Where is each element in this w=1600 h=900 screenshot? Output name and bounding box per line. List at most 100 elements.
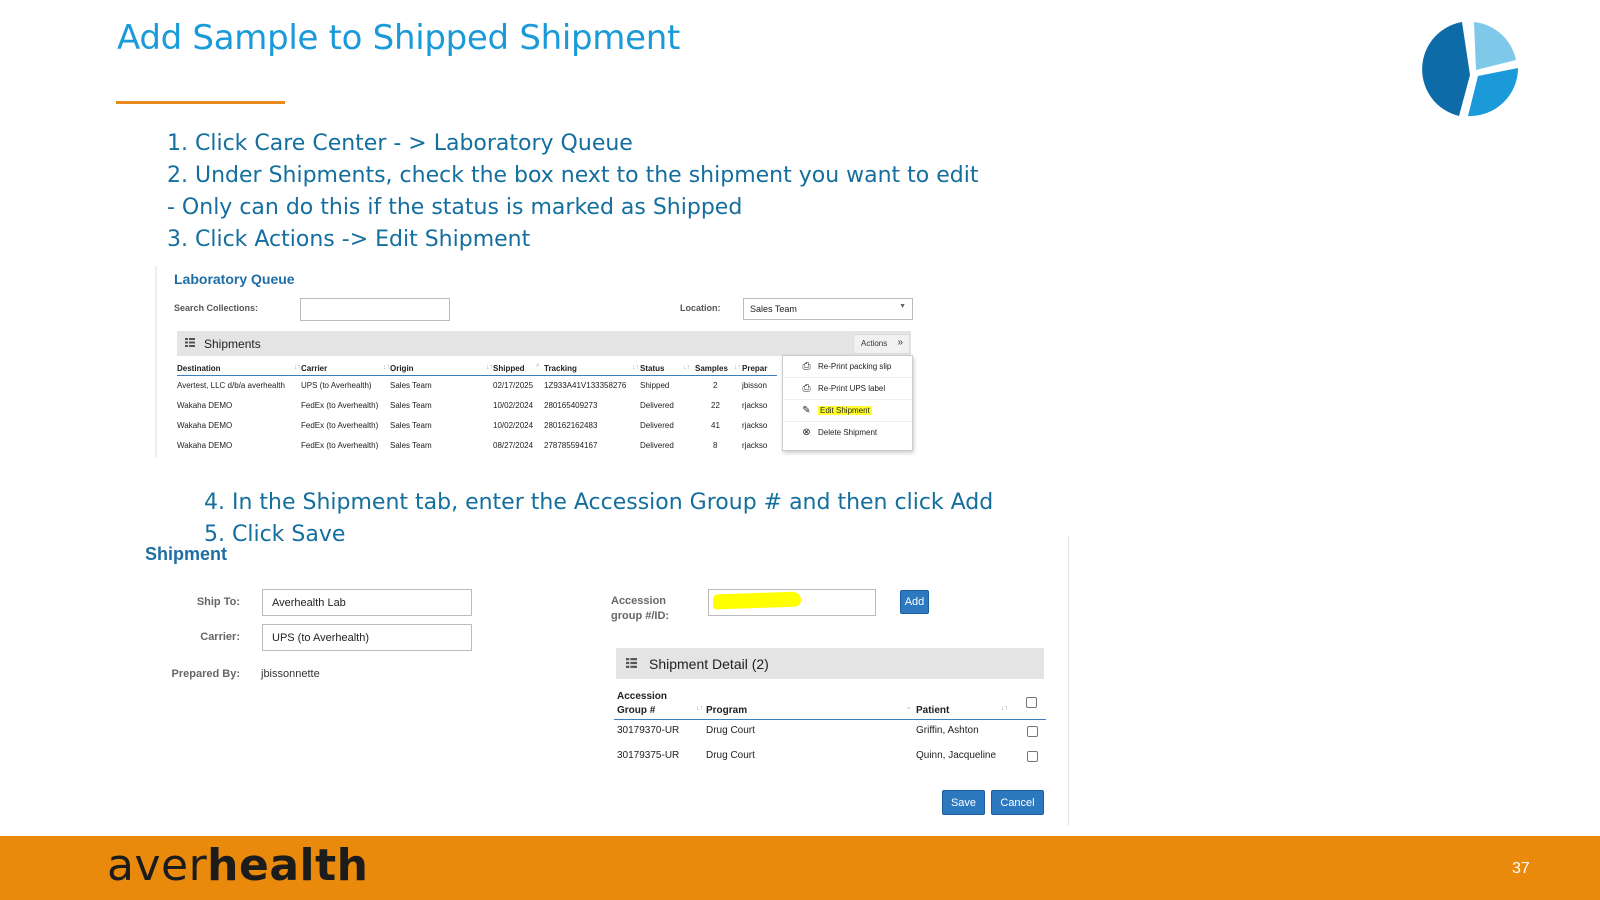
shipment-form-panel: Shipment Ship To: Averhealth Lab Carrier… bbox=[142, 536, 1070, 836]
sort-down-icon: ⌄ bbox=[906, 704, 912, 711]
ship-to-label: Ship To: bbox=[196, 596, 240, 608]
cell-prepared: rjackso bbox=[742, 401, 768, 410]
double-chevron-down-icon: » bbox=[897, 337, 903, 348]
menu-item-reprint-packing-slip[interactable]: ⎙ Re-Print packing slip bbox=[783, 356, 912, 378]
search-collections-label: Search Collections: bbox=[174, 303, 259, 313]
step-2: 2. Under Shipments, check the box next t… bbox=[167, 163, 979, 188]
table-row[interactable]: Wakaha DEMO FedEx (to Averhealth) Sales … bbox=[177, 441, 777, 455]
sort-icon: ↓↑ bbox=[383, 364, 390, 371]
menu-item-label: Re-Print UPS label bbox=[818, 384, 886, 393]
col-status[interactable]: Status bbox=[640, 364, 664, 373]
cell-shipped: 10/02/2024 bbox=[493, 401, 534, 410]
menu-item-edit-shipment[interactable]: ✎ Edit Shipment bbox=[783, 400, 912, 422]
table-row[interactable]: Avertest, LLC d/b/a averhealth UPS (to A… bbox=[177, 381, 777, 395]
add-button[interactable]: Add bbox=[900, 590, 929, 614]
col-origin[interactable]: Origin bbox=[390, 364, 414, 373]
col-destination[interactable]: Destination bbox=[177, 364, 221, 373]
col-tracking[interactable]: Tracking bbox=[544, 364, 577, 373]
cell-carrier: FedEx (to Averhealth) bbox=[301, 401, 379, 410]
col-shipped[interactable]: Shipped bbox=[493, 364, 525, 373]
cell-tracking: 280162162483 bbox=[544, 421, 598, 430]
col-accession-line1[interactable]: Accession bbox=[617, 691, 667, 702]
cell-destination: Wakaha DEMO bbox=[177, 421, 233, 430]
step-1: 1. Click Care Center - > Laboratory Queu… bbox=[167, 131, 633, 156]
cell-accession: 30179370-UR bbox=[617, 725, 680, 736]
menu-item-label: Re-Print packing slip bbox=[818, 362, 892, 371]
table-row[interactable]: 30179370-UR Drug Court Griffin, Ashton bbox=[614, 725, 1046, 745]
location-value: Sales Team bbox=[750, 304, 797, 314]
cell-prepared: rjackso bbox=[742, 421, 768, 430]
cell-destination: Wakaha DEMO bbox=[177, 441, 233, 450]
cell-shipped: 10/02/2024 bbox=[493, 421, 534, 430]
cancel-button[interactable]: Cancel bbox=[991, 790, 1044, 815]
page-number: 37 bbox=[1512, 860, 1530, 877]
menu-item-label: Delete Shipment bbox=[818, 428, 878, 437]
table-row[interactable]: 30179375-UR Drug Court Quinn, Jacqueline bbox=[614, 750, 1046, 770]
prepared-by-label: Prepared By: bbox=[171, 668, 240, 680]
menu-item-reprint-ups-label[interactable]: ⎙ Re-Print UPS label bbox=[783, 378, 912, 400]
cell-status: Delivered bbox=[640, 401, 674, 410]
cell-origin: Sales Team bbox=[390, 441, 432, 450]
row-checkbox[interactable] bbox=[1027, 726, 1038, 737]
sort-icon: ↓↑ bbox=[734, 364, 741, 371]
laboratory-queue-panel: Laboratory Queue Search Collections: Loc… bbox=[155, 266, 913, 457]
pencil-icon: ✎ bbox=[802, 405, 811, 416]
ship-to-field[interactable]: Averhealth Lab bbox=[262, 589, 472, 616]
cell-samples: 41 bbox=[711, 421, 720, 430]
cell-origin: Sales Team bbox=[390, 381, 432, 390]
menu-item-label: Edit Shipment bbox=[818, 406, 872, 415]
table-row[interactable]: Wakaha DEMO FedEx (to Averhealth) Sales … bbox=[177, 421, 777, 435]
menu-item-delete-shipment[interactable]: ⊗ Delete Shipment bbox=[783, 422, 912, 444]
close-circle-icon: ⊗ bbox=[802, 427, 811, 438]
slide-title: Add Sample to Shipped Shipment bbox=[117, 18, 680, 58]
averhealth-logo-icon bbox=[1422, 22, 1518, 117]
location-select[interactable]: Sales Team ▼ bbox=[743, 298, 913, 320]
sort-icon: ↓↑ bbox=[632, 364, 639, 371]
cell-origin: Sales Team bbox=[390, 401, 432, 410]
highlight-marker bbox=[712, 591, 802, 610]
printer-icon: ⎙ bbox=[802, 361, 811, 372]
shipment-detail-header: Shipment Detail (2) bbox=[616, 648, 1044, 679]
cell-samples: 22 bbox=[711, 401, 720, 410]
shipment-title: Shipment bbox=[145, 544, 228, 564]
cell-tracking: 278785594167 bbox=[544, 441, 598, 450]
table-row[interactable]: Wakaha DEMO FedEx (to Averhealth) Sales … bbox=[177, 401, 777, 415]
actions-menu: ⎙ Re-Print packing slip ⎙ Re-Print UPS l… bbox=[782, 355, 913, 451]
save-button[interactable]: Save bbox=[942, 790, 985, 815]
cell-destination: Wakaha DEMO bbox=[177, 401, 233, 410]
sort-icon: ↓↑ bbox=[696, 705, 703, 712]
actions-button[interactable]: Actions » bbox=[853, 334, 910, 354]
laboratory-queue-title: Laboratory Queue bbox=[174, 271, 295, 287]
cell-shipped: 02/17/2025 bbox=[493, 381, 534, 390]
select-all-checkbox[interactable] bbox=[1026, 697, 1037, 708]
col-patient[interactable]: Patient bbox=[916, 705, 949, 716]
cell-carrier: FedEx (to Averhealth) bbox=[301, 441, 379, 450]
cell-status: Delivered bbox=[640, 441, 674, 450]
col-program[interactable]: Program bbox=[706, 705, 747, 716]
sort-icon: ↓↑ bbox=[486, 364, 493, 371]
accession-group-input[interactable] bbox=[708, 589, 876, 616]
col-accession-line2[interactable]: Group # bbox=[617, 705, 655, 716]
divider bbox=[1068, 536, 1069, 826]
carrier-field[interactable]: UPS (to Averhealth) bbox=[262, 624, 472, 651]
cell-samples: 8 bbox=[713, 441, 718, 450]
row-checkbox[interactable] bbox=[1027, 751, 1038, 762]
cell-program: Drug Court bbox=[706, 725, 755, 736]
cell-samples: 2 bbox=[713, 381, 718, 390]
cell-tracking: 280165409273 bbox=[544, 401, 598, 410]
col-carrier[interactable]: Carrier bbox=[301, 364, 327, 373]
prepared-by-value: jbissonnette bbox=[261, 668, 320, 680]
cell-carrier: FedEx (to Averhealth) bbox=[301, 421, 379, 430]
cell-patient: Griffin, Ashton bbox=[916, 725, 979, 736]
col-samples[interactable]: Samples bbox=[695, 364, 728, 373]
list-icon bbox=[626, 658, 637, 668]
cell-tracking: 1Z933A41V133358276 bbox=[544, 381, 627, 390]
shipments-header: Shipments Actions » bbox=[177, 331, 911, 356]
col-prepared[interactable]: Prepar bbox=[742, 364, 767, 373]
sort-icon: ↓↑ bbox=[294, 364, 301, 371]
location-label: Location: bbox=[680, 303, 721, 313]
search-collections-input[interactable] bbox=[300, 298, 450, 321]
accession-group-label: Accession group #/ID: bbox=[611, 595, 670, 622]
cell-origin: Sales Team bbox=[390, 421, 432, 430]
step-4: 4. In the Shipment tab, enter the Access… bbox=[204, 490, 994, 515]
